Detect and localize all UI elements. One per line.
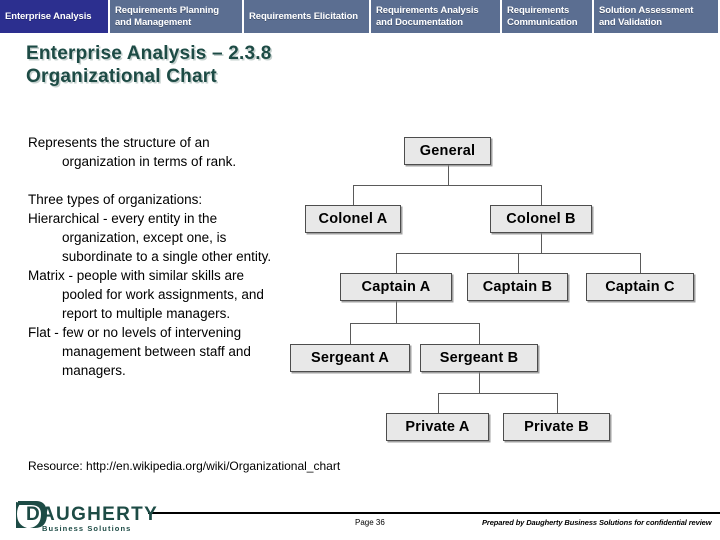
nav-tab-label: Requirements Elicitation	[249, 10, 358, 22]
org-node-sergeantA: Sergeant A	[290, 344, 410, 372]
nav-tab-solution-assessment-and-validation[interactable]: Solution Assessment and Validation	[594, 0, 720, 33]
nav-tab-label: Solution Assessment	[599, 5, 694, 16]
connector-line	[350, 323, 351, 344]
nav-tab-requirements-elicitation[interactable]: Requirements Elicitation	[244, 0, 371, 33]
connector-line	[541, 233, 542, 253]
resource-link-text: Resource: http://en.wikipedia.org/wiki/O…	[28, 459, 341, 473]
page-title-line-1: Enterprise Analysis – 2.3.8	[26, 43, 272, 64]
body-text-column: Represents the structure of an organizat…	[28, 133, 284, 380]
nav-tab-label: and Validation	[599, 16, 662, 28]
nav-tab-enterprise-analysis[interactable]: Enterprise Analysis	[0, 0, 110, 33]
body-paragraph: Hierarchical - every entity in the organ…	[28, 211, 272, 264]
confidentiality-notice: Prepared by Daugherty Business Solutions…	[482, 518, 712, 527]
connector-line	[517, 253, 519, 273]
connector-line	[396, 301, 397, 323]
page-title-line-2: Organizational Chart	[26, 66, 217, 87]
nav-tab-label: and Documentation	[376, 16, 463, 28]
nav-tab-requirements-planning-and-management[interactable]: Requirements Planning and Management	[110, 0, 244, 33]
connector-line	[350, 323, 479, 324]
connector-line	[437, 393, 439, 413]
connector-line	[353, 185, 541, 186]
org-node-privateA: Private A	[386, 413, 489, 441]
nav-tab-requirements-analysis-and-documentation[interactable]: Requirements Analysis and Documentation	[371, 0, 502, 33]
nav-tab-label: and Management	[115, 16, 192, 28]
daugherty-logo: DAUGHERTY Business Solutions	[12, 498, 157, 536]
body-paragraph: Represents the structure of an organizat…	[28, 135, 237, 169]
connector-line	[556, 393, 558, 413]
org-node-captainA: Captain A	[340, 273, 452, 301]
nav-tab-label: Requirements Planning	[115, 5, 220, 16]
nav-tab-label: Requirements Analysis	[376, 5, 479, 16]
page-number: Page 36	[355, 518, 385, 527]
connector-line	[396, 253, 397, 273]
footer-divider-rule	[148, 512, 720, 514]
org-node-colonelB: Colonel B	[490, 205, 592, 233]
org-node-privateB: Private B	[503, 413, 610, 441]
connector-line	[479, 323, 480, 344]
body-paragraph: Matrix - people with similar skills are …	[28, 268, 264, 321]
connector-line	[437, 393, 557, 394]
logo-tagline: Business Solutions	[42, 524, 132, 533]
logo-wordmark: DAUGHERTY	[26, 504, 159, 525]
org-node-captainB: Captain B	[467, 273, 568, 301]
connector-line	[479, 372, 480, 393]
body-paragraph: Three types of organizations:	[28, 192, 203, 207]
connector-line	[353, 185, 354, 205]
connector-line	[447, 165, 449, 185]
connector-line	[541, 185, 542, 205]
connector-line	[396, 253, 640, 254]
top-navigation-bar: Enterprise Analysis Requirements Planning…	[0, 0, 720, 33]
page-title: Enterprise Analysis – 2.3.8 Organization…	[26, 42, 466, 88]
connector-line	[640, 253, 641, 273]
org-node-sergeantB: Sergeant B	[420, 344, 538, 372]
org-node-general: General	[404, 137, 491, 165]
org-node-colonelA: Colonel A	[305, 205, 401, 233]
org-node-captainC: Captain C	[586, 273, 694, 301]
nav-tab-label: Enterprise Analysis	[5, 10, 92, 22]
nav-tab-label: Communication	[507, 16, 578, 28]
nav-tab-label: Requirements	[507, 5, 570, 16]
nav-tab-requirements-communication[interactable]: Requirements Communication	[502, 0, 594, 33]
body-paragraph: Flat - few or no levels of intervening m…	[28, 325, 251, 378]
